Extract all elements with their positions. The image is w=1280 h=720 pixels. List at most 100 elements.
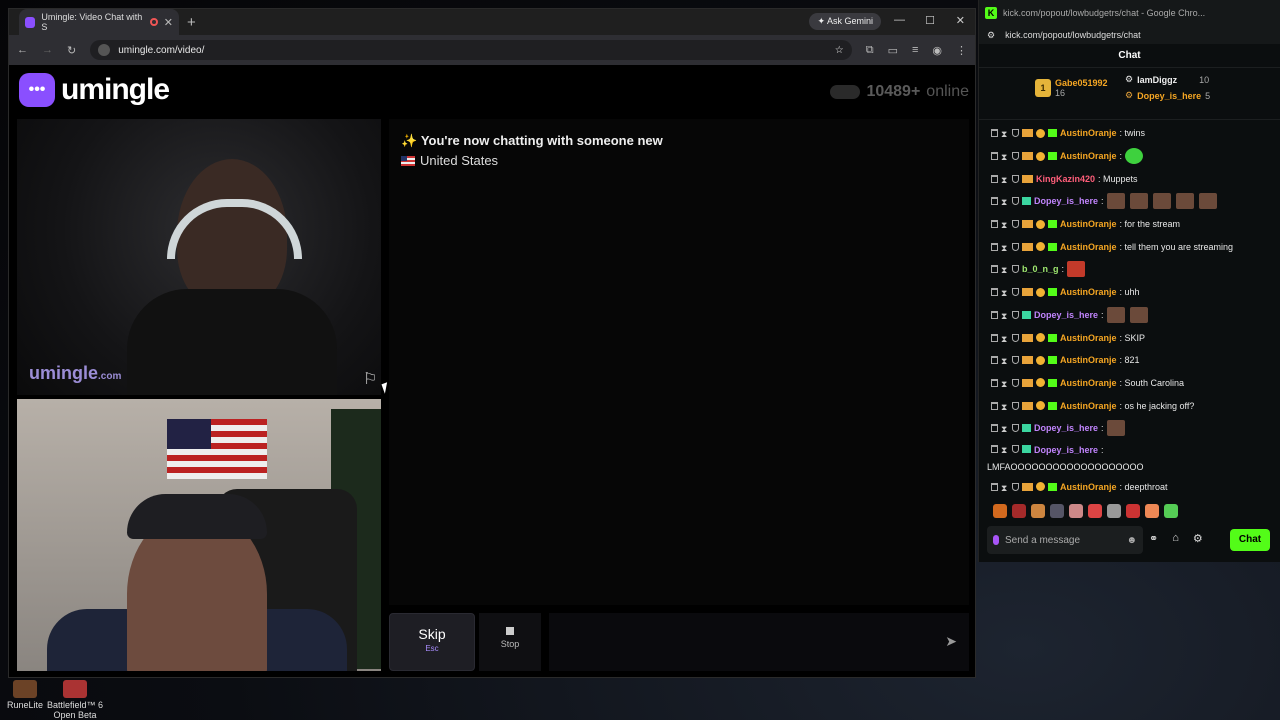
chat-emote-icon[interactable] <box>1106 306 1125 323</box>
umingle-logo[interactable]: ••• umingle <box>19 73 170 107</box>
chat-username[interactable]: AustinOranje <box>1060 482 1117 492</box>
new-tab-button[interactable]: + <box>187 14 196 31</box>
chat-emote-icon[interactable] <box>1067 261 1086 278</box>
chat-username[interactable]: Dopey_is_here <box>1034 445 1098 455</box>
emote-icon[interactable] <box>1012 504 1026 518</box>
chat-message[interactable]: ⧗ AustinOranje: uhh <box>979 281 1280 304</box>
chat-message[interactable]: ⧗ AustinOranje: deepthroat <box>979 476 1280 499</box>
delete-icon <box>991 242 998 251</box>
chat-emote-icon[interactable] <box>1175 193 1194 210</box>
report-flag-icon[interactable]: ⚐ <box>363 369 377 389</box>
menu-icon[interactable]: ⋮ <box>956 44 967 57</box>
chat-emote-icon[interactable] <box>1106 420 1125 437</box>
timeout-icon: ⧗ <box>1001 265 1008 276</box>
chat-message[interactable]: ⧗ KingKazin420: Muppets <box>979 167 1280 190</box>
emote-icon[interactable] <box>1088 504 1102 518</box>
chat-header: Chat <box>979 44 1280 68</box>
chat-emote-icon[interactable] <box>1198 193 1217 210</box>
chat-username[interactable]: AustinOranje <box>1060 401 1117 411</box>
address-bar[interactable]: umingle.com/video/ ☆ <box>90 40 852 60</box>
back-icon[interactable]: ← <box>17 44 28 56</box>
chat-send-button[interactable]: Chat <box>1230 529 1270 551</box>
skip-hint: Esc <box>425 644 439 653</box>
chat-message[interactable]: ⧗ AustinOranje: os he jacking off? <box>979 394 1280 417</box>
settings-icon[interactable]: ⚙ <box>1193 532 1203 545</box>
chat-message[interactable]: ⧗ Dopey_is_here: LMFAOOOOOOOOOOOOOOOOOOO <box>979 440 1280 476</box>
emote-icon[interactable] <box>1069 504 1083 518</box>
chat-username[interactable]: AustinOranje <box>1060 128 1117 138</box>
desktop-icon-battlefield[interactable]: Battlefield™ 6 Open Beta <box>40 680 110 720</box>
mic-icon[interactable] <box>993 535 999 545</box>
chat-username[interactable]: AustinOranje <box>1060 151 1117 161</box>
chat-username[interactable]: Dopey_is_here <box>1034 310 1098 320</box>
chat-username[interactable]: AustinOranje <box>1060 355 1117 365</box>
chat-emote-icon[interactable] <box>1129 306 1148 323</box>
forward-icon[interactable]: → <box>42 44 53 56</box>
media-icon[interactable]: ≡ <box>912 44 918 57</box>
message-input[interactable]: ➤ <box>549 613 969 671</box>
chat-emote-icon[interactable] <box>1152 193 1171 210</box>
emote-icon[interactable] <box>1145 504 1159 518</box>
ask-gemini-button[interactable]: ✦ Ask Gemini <box>809 13 881 30</box>
chat-username[interactable]: AustinOranje <box>1060 242 1117 252</box>
emoji-icon[interactable]: ☻ <box>1126 535 1137 546</box>
chat-message[interactable]: ⧗ Dopey_is_here: <box>979 304 1280 327</box>
chat-message[interactable]: ⧗ AustinOranje: for the stream <box>979 213 1280 236</box>
chat-username[interactable]: AustinOranje <box>1060 219 1117 229</box>
chat-emote-icon[interactable] <box>1106 193 1125 210</box>
leaderboard-third[interactable]: ⚙ Dopey_is_here 5 <box>1125 90 1210 101</box>
timeout-icon: ⧗ <box>1001 152 1008 163</box>
chat-username[interactable]: AustinOranje <box>1060 333 1117 343</box>
online-toggle[interactable] <box>830 85 861 99</box>
emote-icon[interactable] <box>993 504 1007 518</box>
reload-icon[interactable]: ↻ <box>67 44 76 57</box>
send-icon[interactable]: ➤ <box>945 633 957 650</box>
site-info-icon[interactable] <box>98 44 111 56</box>
delete-icon <box>991 310 998 319</box>
browser-tab-umingle[interactable]: Umingle: Video Chat with S ✕ <box>19 9 179 35</box>
chat-message[interactable]: ⧗ AustinOranje: tell them you are streami… <box>979 235 1280 258</box>
chat-message[interactable]: ⧗ AustinOranje: SKIP <box>979 326 1280 349</box>
emote-icon[interactable] <box>1050 504 1064 518</box>
skip-button[interactable]: Skip Esc <box>389 613 475 671</box>
timeout-icon: ⧗ <box>1001 220 1008 231</box>
chat-message[interactable]: ⧗ AustinOranje: South Carolina <box>979 372 1280 395</box>
cast-icon[interactable]: ▭ <box>888 44 898 57</box>
maximize-button[interactable]: ☐ <box>925 14 935 27</box>
emote-icon[interactable] <box>1031 504 1045 518</box>
chat-message[interactable]: ⧗ Dopey_is_here: <box>979 417 1280 440</box>
chat-username[interactable]: Dopey_is_here <box>1034 196 1098 206</box>
kick-address-bar[interactable]: ⚙ kick.com/popout/lowbudgetrs/chat <box>979 26 1280 44</box>
send-message-input[interactable]: Send a message ☻ <box>987 526 1143 554</box>
store-icon[interactable]: ⌂ <box>1172 532 1179 545</box>
chat-emote-icon[interactable] <box>1125 148 1144 165</box>
leaderboard-first[interactable]: 1 Gabe051992 16 <box>1035 78 1108 98</box>
close-tab-icon[interactable]: ✕ <box>164 16 173 29</box>
site-settings-icon[interactable]: ⚙ <box>987 30 995 41</box>
chat-message-list[interactable]: ⧗ AustinOranje: twins ⧗ AustinOranje: ⧗ KingK… <box>979 122 1280 502</box>
chat-username[interactable]: KingKazin420 <box>1036 174 1095 184</box>
stop-button[interactable]: Stop <box>479 613 541 671</box>
emote-icon[interactable] <box>1164 504 1178 518</box>
chat-username[interactable]: AustinOranje <box>1060 287 1117 297</box>
chat-username[interactable]: b_0_n_g <box>1022 264 1059 274</box>
close-window-button[interactable]: ✕ <box>956 14 965 27</box>
chat-username[interactable]: Dopey_is_here <box>1034 423 1098 433</box>
minimize-button[interactable]: — <box>894 14 905 26</box>
chat-emote-icon[interactable] <box>1129 193 1148 210</box>
chat-message[interactable]: ⧗ AustinOranje: <box>979 145 1280 168</box>
chat-message[interactable]: ⧗ b_0_n_g: <box>979 258 1280 281</box>
emote-icon[interactable] <box>1107 504 1121 518</box>
emote-icon[interactable] <box>1126 504 1140 518</box>
users-icon[interactable]: ⚭ <box>1149 532 1158 545</box>
chat-username[interactable]: AustinOranje <box>1060 378 1117 388</box>
timeout-icon: ⧗ <box>1001 482 1008 493</box>
profile-icon[interactable]: ◉ <box>932 44 942 57</box>
chat-message[interactable]: ⧗ Dopey_is_here: <box>979 190 1280 213</box>
chat-message[interactable]: ⧗ AustinOranje: twins <box>979 122 1280 145</box>
extensions-icon[interactable]: ⧉ <box>866 44 874 57</box>
browser-window: Umingle: Video Chat with S ✕ + ✦ Ask Gem… <box>8 8 976 678</box>
leaderboard-second[interactable]: ⚙ IamDiggz 10 <box>1125 74 1209 85</box>
bookmark-star-icon[interactable]: ☆ <box>835 45 844 56</box>
chat-message[interactable]: ⧗ AustinOranje: 821 <box>979 349 1280 372</box>
